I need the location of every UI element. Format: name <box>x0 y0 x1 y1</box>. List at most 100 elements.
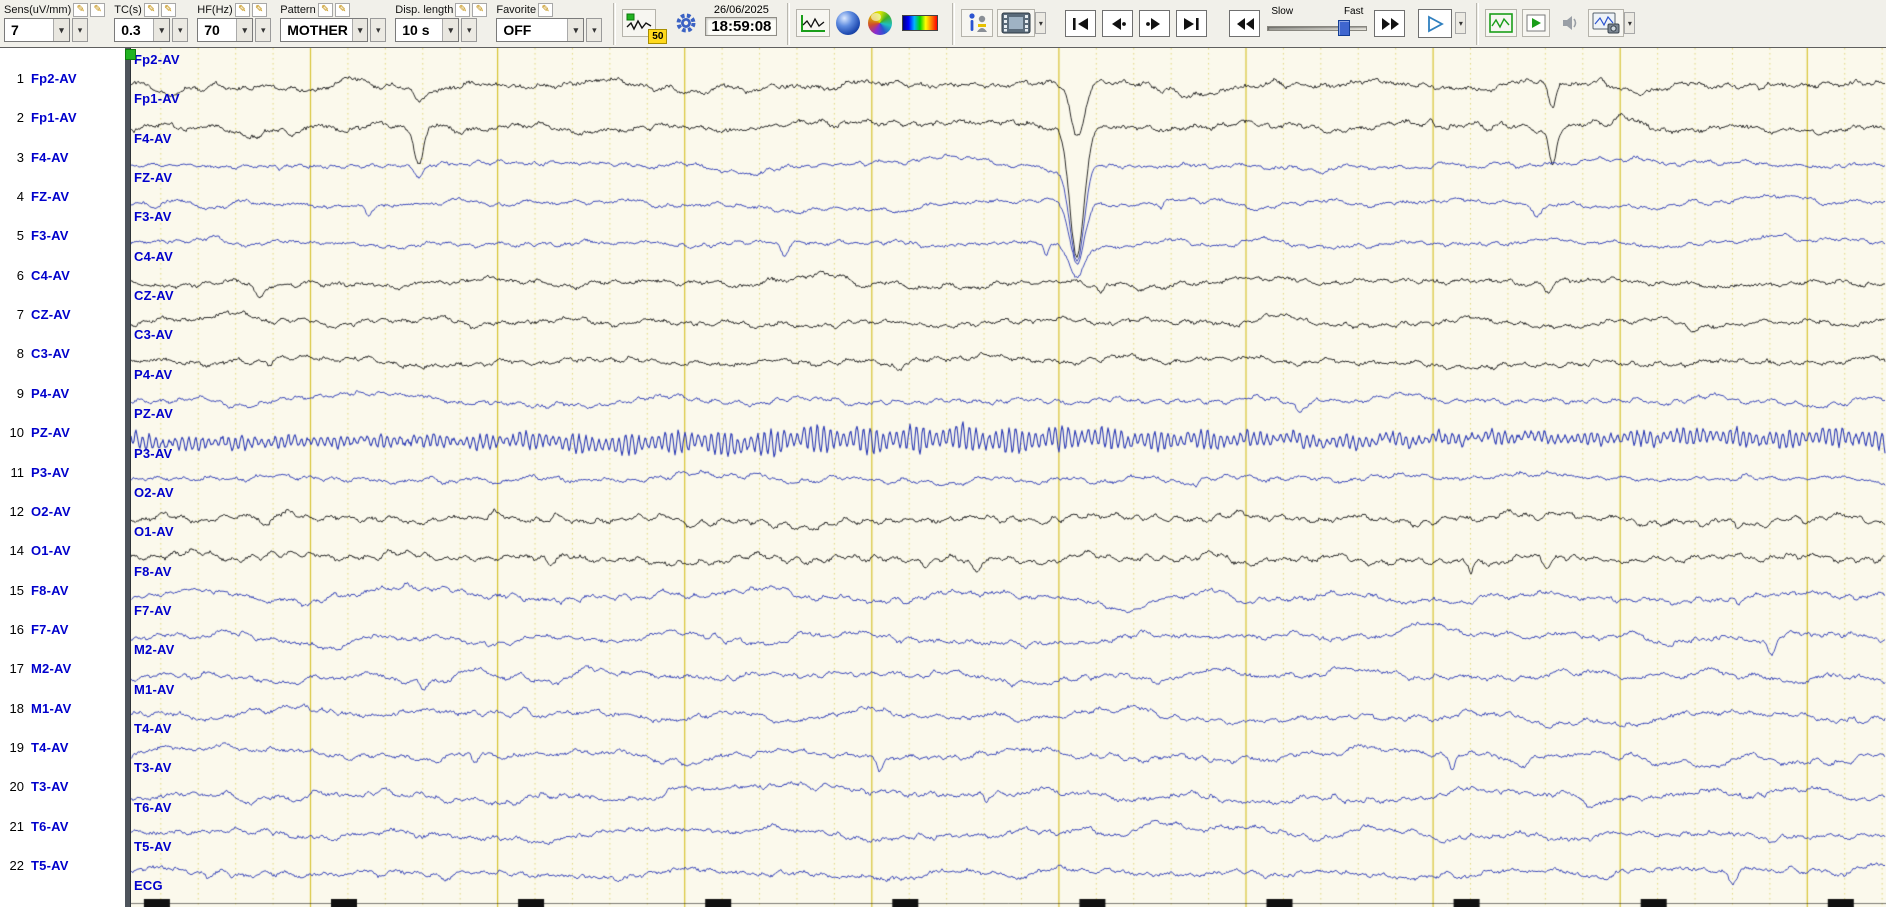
channel-label[interactable]: Fp1-AV <box>31 110 77 125</box>
fast-forward-button[interactable] <box>1374 10 1406 37</box>
edit-pencil-icon[interactable]: ✎ <box>160 3 176 17</box>
pattern-label: Pattern <box>280 4 316 16</box>
channel-label[interactable]: P4-AV <box>31 386 69 401</box>
step-back-button[interactable] <box>1102 10 1134 37</box>
channel-row: 22 T5-AV <box>0 857 125 874</box>
topography-map-icon[interactable] <box>868 11 893 35</box>
edit-pencil-icon[interactable]: ✎ <box>317 3 333 17</box>
channel-row: 21 T6-AV <box>0 818 125 835</box>
rewind-button[interactable] <box>1229 10 1261 37</box>
pattern-extra-dropdown[interactable]: ▾ <box>370 18 387 42</box>
rewind-icon <box>1236 17 1254 30</box>
channel-label[interactable]: O1-AV <box>31 543 71 558</box>
channel-label[interactable]: Fp2-AV <box>31 71 77 86</box>
disp-length-extra-dropdown[interactable]: ▾ <box>461 18 478 42</box>
patient-info-button[interactable] <box>961 9 994 37</box>
tc-extra-dropdown[interactable]: ▾ <box>172 18 189 42</box>
edit-pencil-icon[interactable]: ✎ <box>73 3 89 17</box>
color-scale-icon[interactable] <box>902 15 939 31</box>
step-forward-button[interactable] <box>1139 10 1171 37</box>
channel-label[interactable]: F4-AV <box>31 150 69 165</box>
channel-row: 16 F7-AV <box>0 621 125 638</box>
channel-label[interactable]: C3-AV <box>31 346 70 361</box>
trace-channel-label: T5-AV <box>134 839 172 854</box>
play-dropdown[interactable]: ▾ <box>1455 12 1467 34</box>
channel-label[interactable]: M1-AV <box>31 701 71 716</box>
settings-button[interactable] <box>671 9 701 37</box>
hf-select[interactable]: 70 ▾ <box>197 18 254 42</box>
tc-select[interactable]: 0.3 ▾ <box>114 18 171 42</box>
video-button[interactable] <box>997 9 1036 37</box>
edit-pencil-icon[interactable]: ✎ <box>90 3 106 17</box>
disp-length-label: Disp. length <box>395 4 454 16</box>
pattern-select[interactable]: MOTHER ▾ <box>280 18 369 42</box>
channel-label[interactable]: O2-AV <box>31 504 71 519</box>
edit-pencil-icon[interactable]: ✎ <box>251 3 267 17</box>
video-dropdown[interactable]: ▾ <box>1035 12 1047 34</box>
chevron-down-icon[interactable]: ▾ <box>236 19 253 41</box>
notch-50hz-badge[interactable]: 50 <box>648 29 668 44</box>
channel-label[interactable]: C4-AV <box>31 268 70 283</box>
channel-label[interactable]: T5-AV <box>31 858 69 873</box>
snapshot-button[interactable] <box>1588 9 1625 37</box>
channel-row: 17 M2-AV <box>0 660 125 677</box>
trace-channel-label: F4-AV <box>134 130 172 146</box>
edit-pencil-icon[interactable]: ✎ <box>143 3 159 17</box>
chevron-down-icon[interactable]: ▾ <box>351 19 368 41</box>
skip-to-end-button[interactable] <box>1176 10 1208 37</box>
channel-number: 10 <box>9 425 24 441</box>
channel-label[interactable]: T4-AV <box>31 740 69 755</box>
chevron-down-icon[interactable]: ▾ <box>53 19 69 41</box>
hf-extra-dropdown[interactable]: ▾ <box>255 18 272 42</box>
chevron-down-icon[interactable]: ▾ <box>442 19 459 41</box>
slider-groove[interactable] <box>1267 26 1368 31</box>
patient-info-icon <box>969 13 988 32</box>
trace-channel-label: O2-AV <box>134 484 174 500</box>
channel-label[interactable]: T6-AV <box>31 819 69 834</box>
eeg-trace-canvas[interactable] <box>131 48 1886 907</box>
channel-label[interactable]: FZ-AV <box>31 189 69 204</box>
edit-pencil-icon[interactable]: ✎ <box>472 3 488 17</box>
channel-label[interactable]: T3-AV <box>31 779 69 794</box>
snapshot-dropdown[interactable]: ▾ <box>1624 12 1636 34</box>
channel-label[interactable]: PZ-AV <box>31 425 70 440</box>
channel-number: 1 <box>16 71 24 86</box>
channel-label[interactable]: F3-AV <box>31 228 69 243</box>
slider-handle[interactable] <box>1338 20 1351 36</box>
trend-view-button[interactable] <box>1485 9 1518 37</box>
current-time: 18:59:08 <box>705 17 778 36</box>
chevron-down-icon[interactable]: ▾ <box>153 19 170 41</box>
head-map-3d-icon[interactable] <box>836 11 861 35</box>
channel-label[interactable]: CZ-AV <box>31 307 71 322</box>
favorite-select[interactable]: OFF ▾ <box>496 18 585 42</box>
edit-pencil-icon[interactable]: ✎ <box>538 3 554 17</box>
disp-length-select[interactable]: 10 s ▾ <box>395 18 460 42</box>
auto-play-button[interactable] <box>1522 9 1551 37</box>
edit-pencil-icon[interactable]: ✎ <box>334 3 350 17</box>
edit-pencil-icon[interactable]: ✎ <box>234 3 250 17</box>
channel-number: 20 <box>9 779 24 795</box>
channel-label[interactable]: F7-AV <box>31 622 69 637</box>
channel-label[interactable]: P3-AV <box>31 465 69 480</box>
green-wave-icon <box>1489 13 1514 33</box>
sens-select[interactable]: 7 ▾ <box>4 18 70 42</box>
channel-row: 20 T3-AV <box>0 778 125 795</box>
slider-slow-label: Slow <box>1271 6 1294 17</box>
waveform-view-button[interactable] <box>796 9 831 37</box>
channel-row: 9 P4-AV <box>0 385 125 402</box>
channel-label[interactable]: M2-AV <box>31 661 71 676</box>
chevron-down-icon[interactable]: ▾ <box>567 19 584 41</box>
step-forward-icon <box>1146 17 1161 30</box>
skip-to-start-button[interactable] <box>1065 10 1097 37</box>
edit-pencil-icon[interactable]: ✎ <box>455 3 471 17</box>
channel-row: 5 F3-AV <box>0 227 125 244</box>
trace-channel-label: PZ-AV <box>134 406 174 422</box>
favorite-extra-dropdown[interactable]: ▾ <box>586 18 603 42</box>
audio-button[interactable] <box>1558 9 1584 37</box>
play-button[interactable] <box>1418 9 1453 38</box>
channel-label[interactable]: F8-AV <box>31 583 69 598</box>
channel-number: 9 <box>16 385 24 401</box>
sens-extra-dropdown[interactable]: ▾ <box>72 18 88 42</box>
settings-gear-icon <box>676 13 696 33</box>
amplitude-strip <box>125 48 131 907</box>
